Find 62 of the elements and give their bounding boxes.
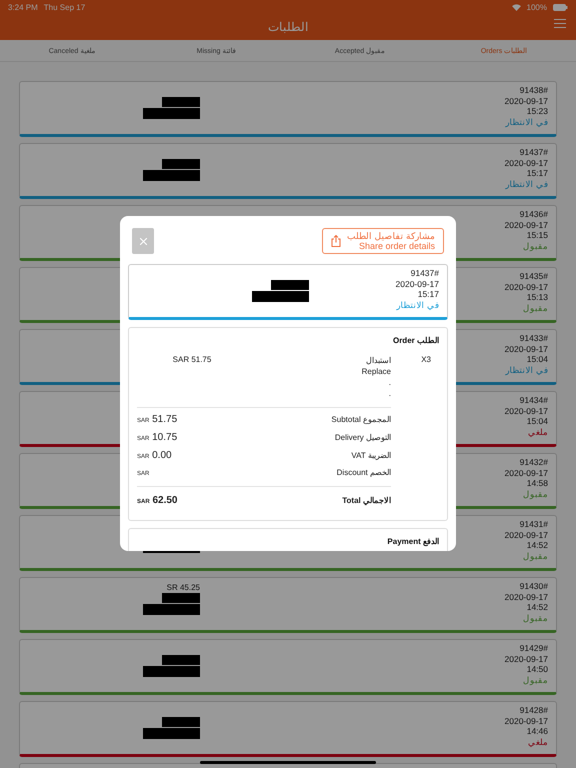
battery-percent: 100% [526, 2, 547, 12]
order-number: 91437# [520, 147, 548, 158]
order-status: في الانتظار [506, 116, 548, 127]
section-title: الدفع Payment [386, 537, 439, 546]
order-time: 15:04 [526, 416, 548, 426]
order-date: 2020-09-17 [504, 344, 548, 354]
order-status: مقبول [523, 240, 548, 251]
order-number: 91433# [520, 333, 548, 344]
order-status: مقبول [523, 550, 548, 561]
summary-label: الخصم Discount [336, 468, 391, 477]
order-time: 14:52 [526, 602, 548, 612]
order-status: مقبول [523, 612, 548, 623]
order-date: 2020-09-17 [504, 716, 548, 726]
order-number: 91428# [520, 705, 548, 716]
order-time: 15:15 [526, 230, 548, 240]
order-time: 15:23 [526, 106, 548, 116]
order-date: 2020-09-17 [396, 278, 439, 289]
total-label: الاجمالي Total [342, 496, 391, 505]
order-status: مقبول [523, 488, 548, 499]
order-date: 2020-09-17 [504, 282, 548, 292]
order-number: 91434# [520, 395, 548, 406]
order-status: مقبول [523, 674, 548, 685]
item-price: SAR 51.75 [172, 355, 212, 366]
order-date: 2020-09-17 [504, 592, 548, 602]
order-time: 14:50 [526, 664, 548, 674]
order-number: 91430# [520, 581, 548, 592]
order-status: مقبول [523, 302, 548, 313]
status-date: Thu Sep 17 [44, 2, 86, 12]
order-date: 2020-09-17 [504, 468, 548, 478]
order-status: في الانتظار [506, 178, 548, 189]
summary-label: التوصيل Delivery [334, 433, 391, 442]
order-number: 91437# [410, 268, 439, 278]
order-time: 15:04 [526, 354, 548, 364]
order-status: في الانتظار [506, 364, 548, 375]
status-time: 3:24 PM [8, 2, 38, 12]
item-quantity: X3 [421, 355, 431, 364]
order-date: 2020-09-17 [504, 158, 548, 168]
order-date: 2020-09-17 [504, 220, 548, 230]
order-status: ملغي [528, 736, 548, 747]
order-time: 14:58 [526, 478, 548, 488]
order-time: 15:17 [526, 168, 548, 178]
order-time: 14:52 [526, 540, 548, 550]
order-time: 15:13 [526, 292, 548, 302]
summary-label: الضريبة VAT [351, 451, 391, 460]
summary-label: المجموع Subtotal [331, 415, 391, 424]
header-title: الطلبات [268, 20, 308, 34]
order-status: ملغي [528, 426, 548, 437]
order-status: في الانتظار [396, 300, 439, 310]
order-amount: SR 45.25 [166, 583, 200, 592]
order-date: 2020-09-17 [504, 406, 548, 416]
order-number: 91438# [520, 85, 548, 96]
order-number: 91435# [520, 271, 548, 282]
order-date: 2020-09-17 [504, 654, 548, 664]
order-number: 91432# [520, 457, 548, 468]
order-number: 91429# [520, 643, 548, 654]
section-title: الطلب Order [392, 336, 439, 345]
order-time: 14:46 [526, 726, 548, 736]
order-date: 2020-09-17 [504, 530, 548, 540]
order-date: 2020-09-17 [504, 96, 548, 106]
order-time: 15:17 [418, 289, 439, 300]
order-number: 91431# [520, 519, 548, 530]
order-number: 91436# [520, 209, 548, 220]
